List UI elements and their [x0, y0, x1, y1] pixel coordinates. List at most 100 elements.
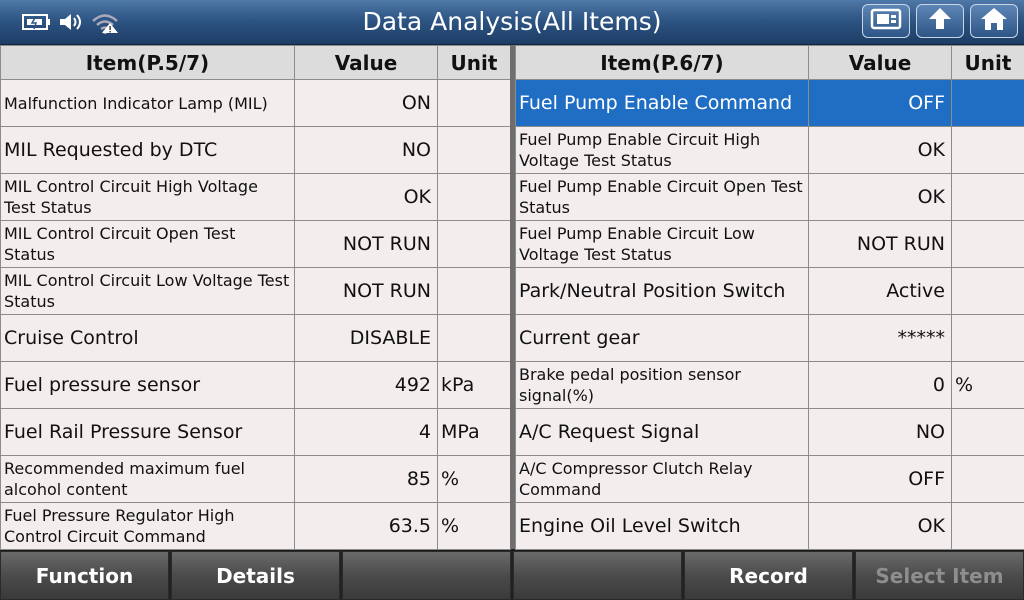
table-row[interactable]: Current gear ***** [515, 314, 1024, 362]
row-value: NO [808, 408, 952, 456]
row-item: A/C Request Signal [515, 408, 809, 456]
row-unit: % [951, 361, 1024, 409]
table-row[interactable]: Fuel Pump Enable Circuit High Voltage Te… [515, 126, 1024, 174]
table-header-row: Item(P.6/7) Value Unit [515, 45, 1024, 80]
home-icon [979, 6, 1009, 36]
table-row[interactable]: MIL Requested by DTC NO [0, 126, 511, 174]
column-header-value[interactable]: Value [808, 45, 952, 80]
row-item: Engine Oil Level Switch [515, 502, 809, 550]
column-header-item[interactable]: Item(P.6/7) [515, 45, 809, 80]
row-unit [437, 79, 511, 127]
row-item: Fuel Pump Enable Circuit Low Voltage Tes… [515, 220, 809, 268]
row-value: DISABLE [294, 314, 438, 362]
table-row[interactable]: Fuel Pump Enable Circuit Low Voltage Tes… [515, 220, 1024, 268]
row-unit [437, 173, 511, 221]
row-item: Park/Neutral Position Switch [515, 267, 809, 315]
row-value: OFF [808, 79, 952, 127]
row-value: OK [808, 126, 952, 174]
row-item: Fuel pressure sensor [0, 361, 295, 409]
row-unit [437, 126, 511, 174]
row-item: MIL Control Circuit Open Test Status [0, 220, 295, 268]
row-value: NOT RUN [808, 220, 952, 268]
row-item: Brake pedal position sensor signal(%) [515, 361, 809, 409]
table-row[interactable]: A/C Request Signal NO [515, 408, 1024, 456]
table-row[interactable]: Brake pedal position sensor signal(%) 0 … [515, 361, 1024, 409]
row-unit: % [437, 502, 511, 550]
row-unit [951, 79, 1024, 127]
row-value: 63.5 [294, 502, 438, 550]
row-unit [951, 220, 1024, 268]
table-row-selected[interactable]: Fuel Pump Enable Command OFF [515, 79, 1024, 127]
row-unit [951, 173, 1024, 221]
function-button[interactable]: Function [0, 551, 169, 600]
row-item: Cruise Control [0, 314, 295, 362]
row-unit [437, 314, 511, 362]
title-bar: Data Analysis(All Items) [0, 0, 1024, 45]
column-header-unit[interactable]: Unit [437, 45, 511, 80]
column-header-item[interactable]: Item(P.5/7) [0, 45, 295, 80]
row-item: Fuel Pump Enable Circuit Open Test Statu… [515, 173, 809, 221]
table-row[interactable]: MIL Control Circuit Open Test Status NOT… [0, 220, 511, 268]
column-header-unit[interactable]: Unit [951, 45, 1024, 80]
empty-button-4[interactable] [513, 551, 682, 600]
record-screen-icon [870, 7, 902, 35]
row-unit [951, 314, 1024, 362]
row-item: Fuel Pressure Regulator High Control Cir… [0, 502, 295, 550]
row-item: Fuel Pump Enable Circuit High Voltage Te… [515, 126, 809, 174]
row-value: NOT RUN [294, 220, 438, 268]
row-value: OFF [808, 455, 952, 503]
row-unit [437, 220, 511, 268]
row-item: MIL Control Circuit High Voltage Test St… [0, 173, 295, 221]
select-item-button[interactable]: Select Item [855, 551, 1024, 600]
row-value: 4 [294, 408, 438, 456]
row-unit [951, 455, 1024, 503]
row-value: OK [294, 173, 438, 221]
row-unit [951, 502, 1024, 550]
row-item: A/C Compressor Clutch Relay Command [515, 455, 809, 503]
row-unit: kPa [437, 361, 511, 409]
row-value: ON [294, 79, 438, 127]
right-data-table: Item(P.6/7) Value Unit Fuel Pump Enable … [515, 45, 1024, 550]
back-button[interactable] [916, 4, 964, 38]
table-row[interactable]: Cruise Control DISABLE [0, 314, 511, 362]
table-row[interactable]: Recommended maximum fuel alcohol content… [0, 455, 511, 503]
table-header-row: Item(P.5/7) Value Unit [0, 45, 511, 80]
details-button[interactable]: Details [171, 551, 340, 600]
left-data-table: Item(P.5/7) Value Unit Malfunction Indic… [0, 45, 511, 550]
row-value: NO [294, 126, 438, 174]
row-item: MIL Control Circuit Low Voltage Test Sta… [0, 267, 295, 315]
row-value: 0 [808, 361, 952, 409]
table-row[interactable]: Fuel pressure sensor 492 kPa [0, 361, 511, 409]
back-up-arrow-icon [925, 6, 955, 36]
table-row[interactable]: Malfunction Indicator Lamp (MIL) ON [0, 79, 511, 127]
row-unit: % [437, 455, 511, 503]
row-item: Fuel Rail Pressure Sensor [0, 408, 295, 456]
table-row[interactable]: Fuel Pump Enable Circuit Open Test Statu… [515, 173, 1024, 221]
row-unit [951, 408, 1024, 456]
table-row[interactable]: Park/Neutral Position Switch Active [515, 267, 1024, 315]
table-row[interactable]: Fuel Pressure Regulator High Control Cir… [0, 502, 511, 550]
row-item: Current gear [515, 314, 809, 362]
table-row[interactable]: Engine Oil Level Switch OK [515, 502, 1024, 550]
row-item: Fuel Pump Enable Command [515, 79, 809, 127]
header-buttons [862, 4, 1018, 38]
row-value: NOT RUN [294, 267, 438, 315]
empty-button-3[interactable] [342, 551, 511, 600]
row-item: Malfunction Indicator Lamp (MIL) [0, 79, 295, 127]
row-value: 492 [294, 361, 438, 409]
record-button[interactable]: Record [684, 551, 853, 600]
row-item: MIL Requested by DTC [0, 126, 295, 174]
row-unit [951, 267, 1024, 315]
table-row[interactable]: Fuel Rail Pressure Sensor 4 MPa [0, 408, 511, 456]
row-item: Recommended maximum fuel alcohol content [0, 455, 295, 503]
row-value: OK [808, 502, 952, 550]
home-button[interactable] [970, 4, 1018, 38]
row-value: 85 [294, 455, 438, 503]
record-screen-button[interactable] [862, 4, 910, 38]
row-value: OK [808, 173, 952, 221]
bottom-toolbar: Function Details Record Select Item [0, 551, 1024, 600]
table-row[interactable]: A/C Compressor Clutch Relay Command OFF [515, 455, 1024, 503]
column-header-value[interactable]: Value [294, 45, 438, 80]
table-row[interactable]: MIL Control Circuit High Voltage Test St… [0, 173, 511, 221]
table-row[interactable]: MIL Control Circuit Low Voltage Test Sta… [0, 267, 511, 315]
